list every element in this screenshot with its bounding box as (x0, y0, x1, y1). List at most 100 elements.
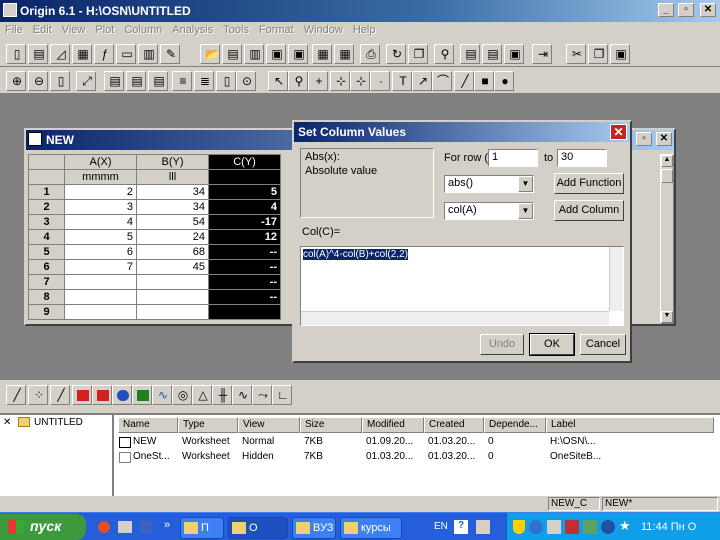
copy-button[interactable]: ❐ (588, 44, 608, 64)
function-select[interactable]: abs() ▼ (444, 175, 534, 193)
cell-a[interactable] (64, 289, 137, 305)
script-window-button[interactable]: ▤ (482, 44, 502, 64)
line-plot-button[interactable]: ╱ (6, 385, 26, 405)
open-button[interactable]: 📂 (200, 44, 220, 64)
header-dependents[interactable]: Depende... (484, 417, 546, 433)
cut-button[interactable]: ✂ (566, 44, 586, 64)
template-plot-button[interactable]: ∟ (272, 385, 292, 405)
column-units-b[interactable]: lll (136, 169, 209, 185)
undo-button[interactable]: Undo (480, 334, 524, 355)
connection-icon[interactable] (547, 520, 561, 534)
menu-plot[interactable]: Plot (90, 22, 119, 38)
menu-edit[interactable]: Edit (28, 22, 57, 38)
line-symbol-button[interactable]: ╱ (50, 385, 70, 405)
worksheet-maximize-button[interactable]: ▫ (636, 132, 652, 146)
header-name[interactable]: Name (118, 417, 178, 433)
column-select[interactable]: col(A) ▼ (444, 202, 534, 220)
column-units-c[interactable] (208, 169, 281, 185)
cell-b[interactable]: 54 (136, 214, 209, 230)
area-plot-button[interactable] (132, 385, 152, 405)
app-icon[interactable] (3, 3, 17, 17)
tray-app-icon[interactable] (476, 520, 490, 534)
line-tool-button[interactable]: ╱ (454, 71, 474, 91)
code-builder-button[interactable]: ▣ (504, 44, 524, 64)
cell-c[interactable]: 5 (208, 184, 281, 200)
polar-plot-button[interactable]: ◎ (172, 385, 192, 405)
scroll-thumb[interactable] (661, 169, 673, 183)
cell-b[interactable] (136, 304, 209, 320)
start-button[interactable]: пуск (0, 514, 86, 540)
cell-a[interactable]: 3 (64, 199, 137, 215)
menu-tools[interactable]: Tools (218, 22, 254, 38)
header-created[interactable]: Created (424, 417, 484, 433)
worksheet-grid[interactable]: A(X) B(Y) C(Y) mmmm lll 1 2 34 5 2 3 34 4 3 4 54… (28, 154, 281, 320)
row-header[interactable]: 7 (28, 274, 65, 290)
align-right-button[interactable]: ▯ (216, 71, 236, 91)
print-button[interactable]: ⎙ (360, 44, 380, 64)
align-center-button[interactable]: ≣ (194, 71, 214, 91)
paste-button[interactable]: ▣ (610, 44, 630, 64)
cell-c[interactable]: -- (208, 259, 281, 275)
new-project-button[interactable]: ▯ (6, 44, 26, 64)
menu-file[interactable]: File (0, 22, 28, 38)
rescale-button[interactable]: ⤢ (76, 71, 96, 91)
chevron-down-icon[interactable]: ▼ (518, 176, 533, 192)
waterfall-plot-button[interactable]: ∿ (232, 385, 252, 405)
column-header-a[interactable]: A(X) (64, 154, 137, 170)
save-button[interactable]: ▣ (266, 44, 286, 64)
row-from-input[interactable]: 1 (488, 149, 538, 167)
curved-arrow-button[interactable]: ⌒ (432, 71, 452, 91)
row-header[interactable]: 1 (28, 184, 65, 200)
cell-c[interactable]: -- (208, 274, 281, 290)
cell-b[interactable]: 34 (136, 184, 209, 200)
cell-a[interactable]: 6 (64, 244, 137, 260)
zoom-out-button[interactable]: ⊖ (28, 71, 48, 91)
cell-b[interactable]: 45 (136, 259, 209, 275)
draw-data-button[interactable]: · (370, 71, 390, 91)
open-excel-button[interactable]: ▥ (244, 44, 264, 64)
folder-name[interactable]: UNTITLED (34, 417, 83, 428)
chevron-down-icon[interactable]: ▼ (518, 203, 533, 219)
text-tool-button[interactable]: T (392, 71, 412, 91)
network-icon[interactable] (529, 520, 543, 534)
layer-button[interactable]: ▤ (104, 71, 124, 91)
help-icon[interactable]: ? (454, 520, 468, 534)
pointer-tool-button[interactable]: ↖ (268, 71, 288, 91)
pie-plot-button[interactable] (112, 385, 132, 405)
cell-c[interactable]: 4 (208, 199, 281, 215)
row-header[interactable]: 4 (28, 229, 65, 245)
menu-help[interactable]: Help (348, 22, 381, 38)
rectangle-tool-button[interactable]: ■ (474, 71, 494, 91)
desktop-quicklaunch-icon[interactable] (118, 521, 132, 533)
new-layout-button[interactable]: ▭ (116, 44, 136, 64)
column-plot-button[interactable] (72, 385, 92, 405)
add-column-button[interactable]: Add Column (554, 200, 624, 221)
header-type[interactable]: Type (178, 417, 238, 433)
scatter-plot-button[interactable]: ⁘ (28, 385, 48, 405)
hi-lo-plot-button[interactable]: ╫ (212, 385, 232, 405)
language-indicator[interactable]: EN (434, 521, 448, 532)
ternary-plot-button[interactable]: △ (192, 385, 212, 405)
layer3-button[interactable]: ▤ (148, 71, 168, 91)
taskbar-item-1[interactable]: П (180, 517, 224, 539)
add-function-button[interactable]: Add Function (554, 173, 624, 194)
row-header[interactable]: 9 (28, 304, 65, 320)
cell-c[interactable]: -- (208, 244, 281, 260)
screen-reader-button[interactable]: + (308, 71, 328, 91)
flag-icon[interactable] (565, 520, 579, 534)
import-multiple-button[interactable]: ▦ (334, 44, 354, 64)
media-quicklaunch-icon[interactable] (140, 521, 152, 533)
arrow-tool-button[interactable]: ↗ (412, 71, 432, 91)
cell-b[interactable]: 34 (136, 199, 209, 215)
circle-tool-button[interactable]: ● (494, 71, 514, 91)
results-log-button[interactable]: ▤ (460, 44, 480, 64)
add-text-button[interactable]: ⇥ (532, 44, 552, 64)
row-to-input[interactable]: 30 (557, 149, 607, 167)
open-template-button[interactable]: ▤ (222, 44, 242, 64)
scroll-up-icon[interactable]: ▲ (661, 155, 673, 167)
cell-b[interactable]: 68 (136, 244, 209, 260)
row-header[interactable]: 2 (28, 199, 65, 215)
project-explorer-button[interactable]: ⚲ (434, 44, 454, 64)
zoom-tool-button[interactable]: ⚲ (288, 71, 308, 91)
ok-button[interactable]: OK (529, 333, 575, 356)
